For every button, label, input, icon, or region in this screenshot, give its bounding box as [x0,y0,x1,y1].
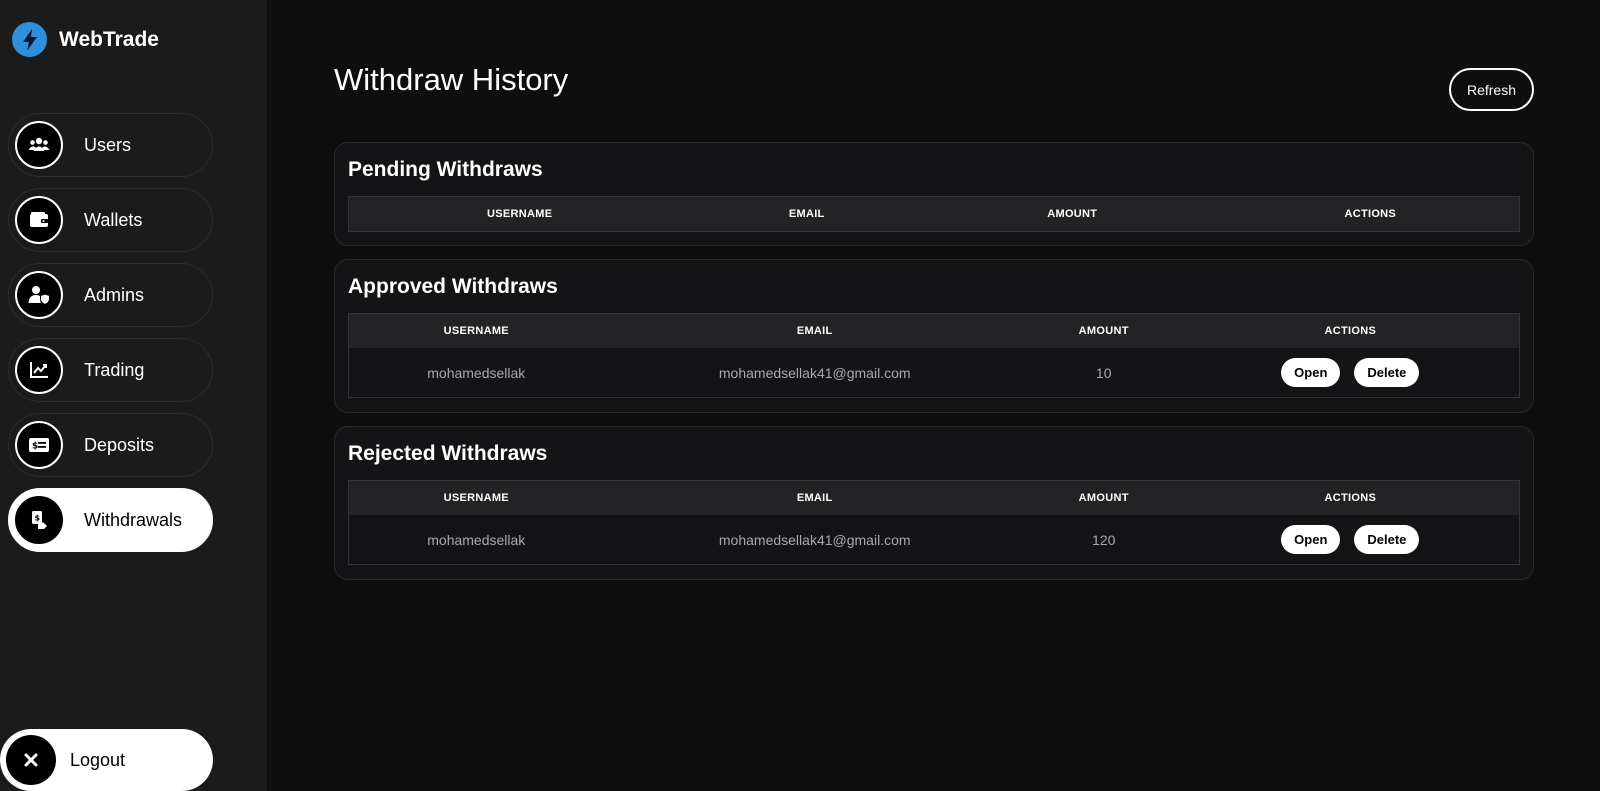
column-header-username: USERNAME [487,208,553,220]
admin-shield-user-icon [15,271,63,319]
rejected-withdraws-panel: Rejected Withdraws USERNAME EMAIL AMOUNT… [334,426,1534,580]
column-header-amount: AMOUNT [1078,492,1129,504]
withdraw-hand-icon: $ [15,496,63,544]
sidebar-item-label: Wallets [84,209,143,230]
sidebar-item-label: Admins [84,284,145,305]
column-header-actions: ACTIONS [1324,325,1377,337]
brand-name: WebTrade [59,27,159,51]
sidebar-item-admins[interactable]: Admins [8,263,213,327]
sidebar-item-trading[interactable]: Trading [8,338,213,402]
column-header-amount: AMOUNT [1047,208,1098,220]
refresh-button[interactable]: Refresh [1449,68,1534,111]
approved-withdraws-panel: Approved Withdraws USERNAME EMAIL AMOUNT… [334,259,1534,413]
logout-label: Logout [70,749,126,770]
section-title: Rejected Withdraws [348,442,548,465]
money-card-icon: $ [15,421,63,469]
column-header-username: USERNAME [443,325,509,337]
delete-button[interactable]: Delete [1354,358,1420,387]
wallet-icon [15,196,63,244]
table-row: mohamedsellak mohamedsellak41@gmail.com … [349,348,1519,397]
sidebar-item-wallets[interactable]: Wallets [8,188,213,252]
rejected-withdraws-table: USERNAME EMAIL AMOUNT ACTIONS mohamedsel… [348,480,1520,565]
section-title: Pending Withdraws [348,158,543,181]
sidebar-item-label: Trading [84,359,145,380]
table-row: mohamedsellak mohamedsellak41@gmail.com … [349,515,1519,564]
table-header: USERNAME EMAIL AMOUNT ACTIONS [349,481,1519,515]
column-header-email: EMAIL [788,208,825,220]
close-x-icon [6,735,56,785]
cell-username: mohamedsellak [427,531,526,548]
sidebar: WebTrade Users Wallets Admins Trading $ … [0,0,267,791]
open-button[interactable]: Open [1281,358,1341,387]
sidebar-item-label: Withdrawals [84,509,183,530]
approved-withdraws-table: USERNAME EMAIL AMOUNT ACTIONS mohamedsel… [348,313,1520,398]
column-header-actions: ACTIONS [1324,492,1377,504]
sidebar-item-users[interactable]: Users [8,113,213,177]
table-header: USERNAME EMAIL AMOUNT ACTIONS [349,197,1519,231]
section-title: Approved Withdraws [348,275,558,298]
sidebar-item-deposits[interactable]: $ Deposits [8,413,213,477]
column-header-username: USERNAME [443,492,509,504]
cell-username: mohamedsellak [427,364,526,381]
sidebar-item-label: Deposits [84,434,155,455]
pending-withdraws-table: USERNAME EMAIL AMOUNT ACTIONS [348,196,1520,232]
line-chart-icon [15,346,63,394]
page-title: Withdraw History [334,62,569,97]
table-header: USERNAME EMAIL AMOUNT ACTIONS [349,314,1519,348]
cell-email: mohamedsellak41@gmail.com [718,364,911,381]
cell-email: mohamedsellak41@gmail.com [718,531,911,548]
brand[interactable]: WebTrade [12,22,159,57]
delete-button[interactable]: Delete [1354,525,1420,554]
column-header-email: EMAIL [796,492,833,504]
sidebar-item-label: Users [84,134,132,155]
logout-button[interactable]: Logout [0,729,213,791]
svg-text:$: $ [35,514,41,523]
lightning-bolt-icon [12,22,47,57]
users-group-icon [15,121,63,169]
open-button[interactable]: Open [1281,525,1341,554]
cell-amount: 120 [1092,531,1116,548]
sidebar-item-withdrawals[interactable]: $ Withdrawals [8,488,213,552]
cell-actions: Open Delete [1182,358,1519,387]
svg-text:$: $ [32,442,38,452]
column-header-email: EMAIL [796,325,833,337]
cell-amount: 10 [1095,364,1112,381]
pending-withdraws-panel: Pending Withdraws USERNAME EMAIL AMOUNT … [334,142,1534,246]
column-header-actions: ACTIONS [1344,208,1397,220]
column-header-amount: AMOUNT [1078,325,1129,337]
cell-actions: Open Delete [1182,525,1519,554]
